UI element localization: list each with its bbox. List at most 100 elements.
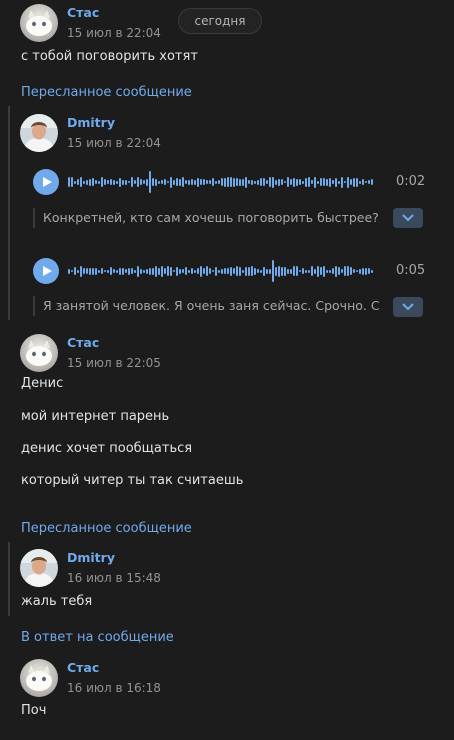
waveform-bar bbox=[257, 269, 259, 273]
waveform-bar bbox=[287, 177, 289, 187]
waveform-bar bbox=[248, 180, 250, 184]
waveform-bar bbox=[185, 267, 187, 275]
message-author[interactable]: Стас bbox=[67, 5, 99, 20]
waveform-bar bbox=[197, 177, 199, 187]
stas-avatar[interactable] bbox=[20, 659, 58, 697]
dmitry-avatar[interactable] bbox=[20, 114, 58, 152]
play-icon[interactable] bbox=[33, 169, 59, 195]
waveform-bar bbox=[284, 181, 286, 183]
waveform-bar bbox=[158, 180, 160, 184]
message-time[interactable]: 15 июл в 22:05 bbox=[67, 356, 161, 370]
waveform-bar bbox=[356, 270, 358, 272]
waveform-bar bbox=[170, 176, 172, 188]
waveform-bar bbox=[275, 266, 277, 276]
message-author[interactable]: Стас bbox=[67, 335, 99, 350]
waveform-bar bbox=[341, 269, 343, 273]
dmitry-avatar[interactable] bbox=[20, 549, 58, 587]
waveform-bar bbox=[155, 265, 157, 277]
waveform-bar bbox=[221, 268, 223, 274]
message-author[interactable]: Dmitry bbox=[67, 550, 115, 565]
play-icon[interactable] bbox=[33, 258, 59, 284]
message-time[interactable]: 16 июл в 16:18 bbox=[67, 681, 161, 695]
waveform-bar bbox=[269, 177, 271, 187]
waveform-bar bbox=[107, 180, 109, 184]
waveform-bar bbox=[176, 178, 178, 186]
waveform-bar bbox=[257, 179, 259, 185]
waveform-bar bbox=[194, 269, 196, 273]
message-time[interactable]: 16 июл в 15:48 bbox=[67, 571, 161, 585]
waveform-bar bbox=[272, 260, 274, 282]
voice-duration: 0:05 bbox=[396, 263, 426, 278]
waveform-bar bbox=[314, 176, 316, 188]
waveform-bar bbox=[137, 177, 139, 187]
waveform-bar bbox=[260, 269, 262, 273]
waveform-bar bbox=[317, 180, 319, 184]
waveform-bar bbox=[137, 265, 139, 277]
chevron-down-icon[interactable] bbox=[393, 297, 423, 317]
waveform-bar bbox=[128, 267, 130, 275]
waveform-bar bbox=[185, 180, 187, 184]
message-author[interactable]: Dmitry bbox=[67, 115, 115, 130]
waveform-bar bbox=[356, 177, 358, 187]
waveform-bar bbox=[188, 179, 190, 185]
waveform-bar bbox=[110, 179, 112, 185]
waveform-bar bbox=[218, 269, 220, 273]
waveform-bar bbox=[122, 179, 124, 185]
waveform-bar bbox=[245, 176, 247, 188]
forwarded-label[interactable]: Пересланное сообщение bbox=[21, 85, 192, 100]
waveform-bar bbox=[71, 177, 73, 187]
voice-waveform[interactable] bbox=[68, 169, 374, 195]
waveform-bar bbox=[89, 178, 91, 186]
waveform-bar bbox=[125, 269, 127, 273]
waveform-bar bbox=[197, 268, 199, 274]
waveform-bar bbox=[113, 269, 115, 273]
waveform-bar bbox=[311, 266, 313, 276]
waveform-bar bbox=[86, 179, 88, 185]
waveform-bar bbox=[326, 178, 328, 186]
waveform-bar bbox=[113, 179, 115, 185]
waveform-bar bbox=[164, 268, 166, 274]
waveform-bar bbox=[266, 268, 268, 274]
waveform-bar bbox=[122, 267, 124, 275]
waveform-bar bbox=[209, 268, 211, 274]
waveform-bar bbox=[149, 171, 151, 193]
reply-label[interactable]: В ответ на сообщение bbox=[21, 630, 174, 645]
message-time[interactable]: 15 июл в 22:04 bbox=[67, 136, 161, 150]
waveform-bar bbox=[293, 177, 295, 187]
waveform-bar bbox=[209, 180, 211, 184]
chevron-down-icon[interactable] bbox=[393, 208, 423, 228]
waveform-bar bbox=[227, 268, 229, 274]
waveform-bar bbox=[242, 269, 244, 273]
waveform-bar bbox=[350, 179, 352, 185]
waveform-bar bbox=[92, 267, 94, 275]
forwarded-label[interactable]: Пересланное сообщение bbox=[21, 521, 192, 536]
waveform-bar bbox=[263, 178, 265, 186]
waveform-bar bbox=[272, 176, 274, 188]
waveform-bar bbox=[194, 179, 196, 185]
waveform-bar bbox=[311, 180, 313, 184]
waveform-bar bbox=[347, 176, 349, 188]
waveform-bar bbox=[95, 180, 97, 184]
waveform-bar bbox=[221, 178, 223, 186]
waveform-bar bbox=[335, 265, 337, 277]
stas-avatar[interactable] bbox=[20, 4, 58, 42]
waveform-bar bbox=[119, 177, 121, 187]
message-time[interactable]: 15 июл в 22:04 bbox=[67, 26, 161, 40]
waveform-bar bbox=[248, 266, 250, 276]
waveform-bar bbox=[353, 269, 355, 273]
waveform-bar bbox=[338, 267, 340, 275]
waveform-bar bbox=[131, 268, 133, 274]
waveform-bar bbox=[212, 270, 214, 272]
waveform-bar bbox=[116, 269, 118, 273]
message-text: с тобой поговорить хотят bbox=[21, 49, 198, 64]
waveform-bar bbox=[296, 178, 298, 186]
waveform-bar bbox=[326, 269, 328, 273]
waveform-bar bbox=[284, 266, 286, 276]
voice-waveform[interactable] bbox=[68, 258, 374, 284]
waveform-bar bbox=[164, 179, 166, 185]
waveform-bar bbox=[68, 268, 70, 274]
waveform-bar bbox=[341, 176, 343, 188]
message-author[interactable]: Стас bbox=[67, 660, 99, 675]
stas-avatar[interactable] bbox=[20, 334, 58, 372]
waveform-bar bbox=[233, 268, 235, 274]
